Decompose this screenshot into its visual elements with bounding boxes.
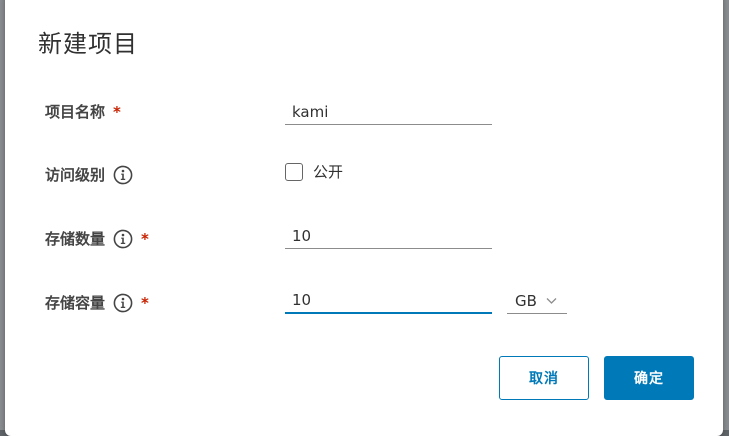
required-mark: * [141, 229, 149, 248]
confirm-button[interactable]: 确定 [604, 356, 694, 400]
public-checkbox-group[interactable]: 公开 [285, 161, 343, 182]
public-checkbox-label[interactable]: 公开 [313, 161, 343, 182]
project-name-input[interactable] [285, 99, 492, 125]
unit-select[interactable]: GB [507, 288, 567, 314]
storage-count-label: 存储数量 [45, 230, 106, 248]
backdrop-right [723, 0, 729, 430]
info-icon[interactable] [113, 229, 133, 249]
storage-count-input[interactable] [285, 223, 492, 249]
storage-capacity-label-group: 存储容量 * [45, 292, 149, 313]
storage-count-label-group: 存储数量 * [45, 228, 149, 249]
storage-capacity-label: 存储容量 [45, 294, 106, 312]
chevron-down-icon [546, 298, 557, 304]
required-mark: * [141, 293, 149, 312]
public-checkbox[interactable] [285, 162, 303, 181]
access-level-label: 访问级别 [45, 166, 106, 184]
project-name-label-group: 项目名称 * [45, 101, 121, 122]
new-project-dialog: 新建项目 项目名称 * 访问级别 公开 存储数量 * [5, 0, 723, 436]
required-mark: * [113, 102, 121, 121]
info-icon[interactable] [113, 165, 133, 185]
project-name-label: 项目名称 [45, 103, 106, 121]
info-icon[interactable] [113, 293, 133, 313]
cancel-button[interactable]: 取消 [499, 356, 589, 400]
access-level-label-group: 访问级别 [45, 164, 133, 185]
dialog-title: 新建项目 [38, 30, 138, 58]
storage-capacity-input[interactable] [285, 288, 492, 314]
unit-select-value: GB [515, 291, 537, 310]
